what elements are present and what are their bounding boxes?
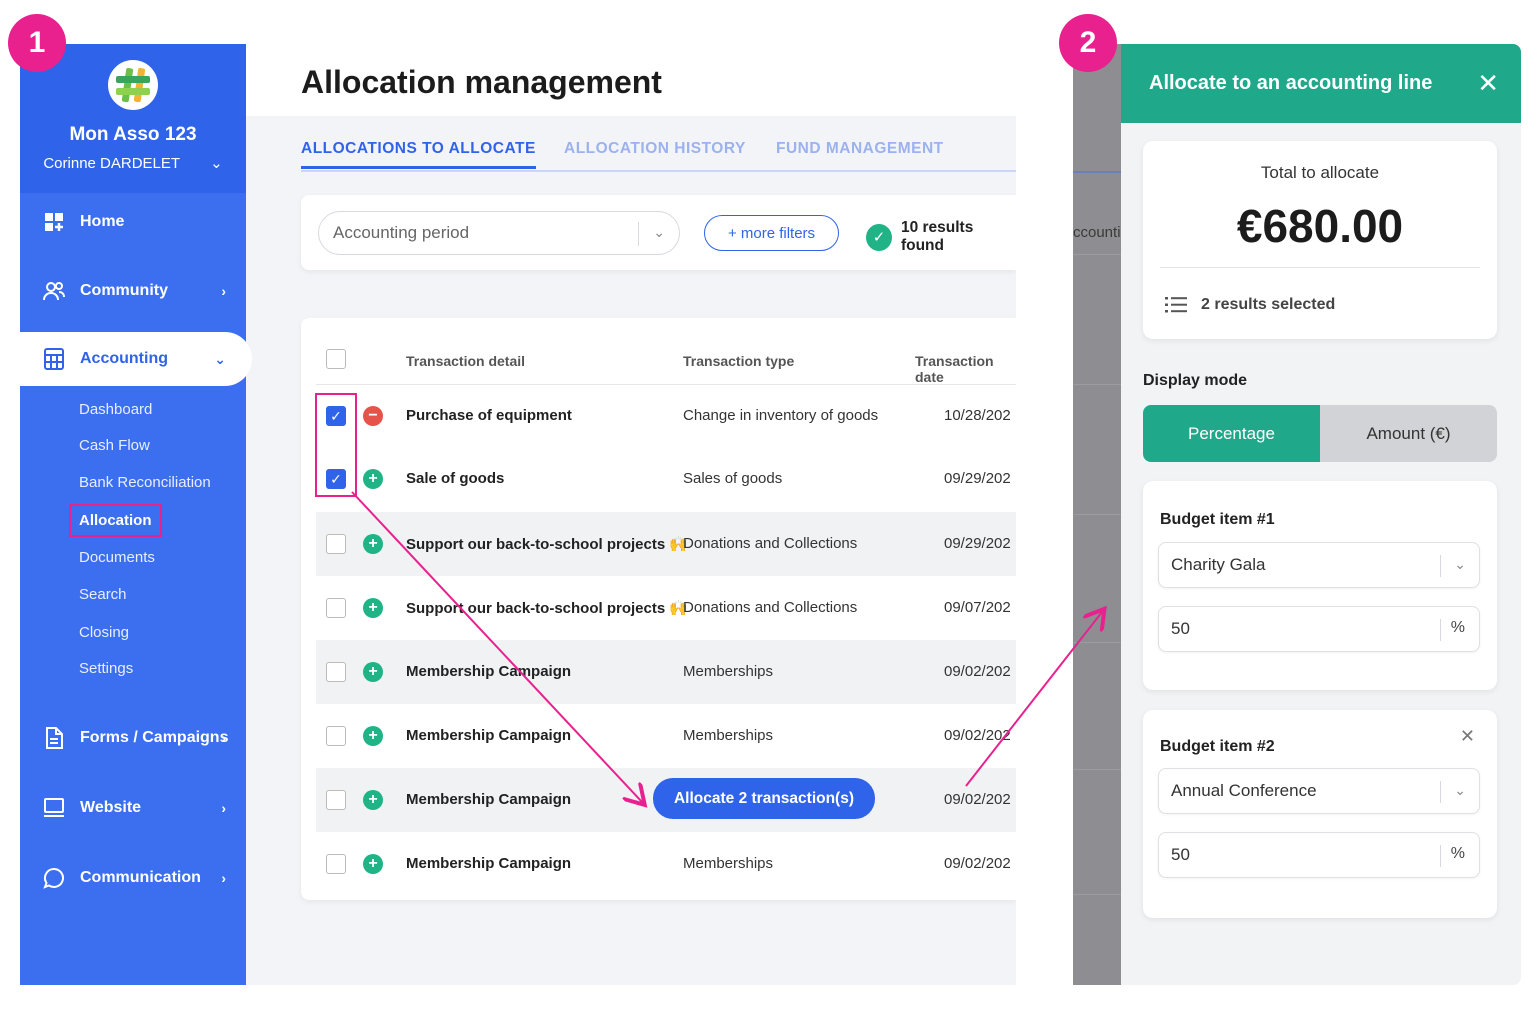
transaction-detail: Support our back-to-school projects 🙌	[406, 600, 689, 617]
transaction-detail: Membership Campaign	[406, 727, 572, 744]
transaction-type: Donations and Collections	[683, 599, 858, 616]
backdrop-tab-line	[1073, 171, 1121, 173]
plus-circle-icon: +	[363, 726, 383, 746]
transaction-type: Donations and Collections	[683, 535, 858, 552]
transaction-type: Memberships	[683, 855, 774, 872]
backdrop-line	[1073, 894, 1121, 895]
table-rows: ✓ − Purchase of equipment Change in invento…	[0, 0, 1016, 1024]
backdrop-line	[1073, 769, 1121, 770]
total-value: €680.00	[1236, 200, 1404, 252]
budget-item-title: Budget item #2	[1160, 738, 1275, 755]
transaction-date: 09/07/202	[944, 599, 1011, 616]
percent-unit: %	[1450, 619, 1465, 636]
display-mode-toggle: Percentage Amount (€)	[1143, 405, 1497, 462]
plus-circle-icon: +	[363, 662, 383, 682]
plus-circle-icon: +	[363, 598, 383, 618]
transaction-date: 09/29/202	[944, 470, 1011, 487]
transaction-detail: Membership Campaign	[406, 663, 572, 680]
table-row[interactable]: ✓ − Purchase of equipment Change in invento…	[316, 384, 1016, 448]
input-divider	[1440, 845, 1441, 867]
plus-circle-icon: +	[363, 854, 383, 874]
budget-item-select-value: Charity Gala	[1171, 555, 1266, 574]
row-checkbox[interactable]	[326, 662, 346, 682]
budget-item-select-value: Annual Conference	[1171, 781, 1317, 800]
selection-highlight	[315, 393, 357, 497]
input-divider	[1440, 619, 1441, 641]
budget-item-card-1: Budget item #1 Charity Gala ⌄ 50 %	[1143, 481, 1497, 690]
transaction-detail: Membership Campaign	[406, 855, 572, 872]
transaction-detail: Sale of goods	[406, 470, 505, 487]
row-checkbox[interactable]	[326, 726, 346, 746]
budget-item-value: 50	[1171, 619, 1190, 638]
transaction-date: 10/28/202	[944, 407, 1011, 424]
backdrop-line	[1073, 514, 1121, 515]
backdrop-line	[1073, 384, 1121, 385]
budget-item-select[interactable]: Charity Gala ⌄	[1158, 542, 1480, 588]
transaction-date: 09/02/202	[944, 727, 1011, 744]
budget-item-select[interactable]: Annual Conference ⌄	[1158, 768, 1480, 814]
total-label: Total to allocate	[1260, 163, 1380, 182]
close-icon[interactable]: ✕	[1477, 68, 1499, 99]
transaction-date: 09/29/202	[944, 535, 1011, 552]
budget-item-percentage-input[interactable]: 50 %	[1158, 832, 1480, 878]
list-icon	[1165, 297, 1187, 313]
table-row[interactable]: + Support our back-to-school projects 🙌 Do…	[316, 512, 1016, 576]
table-row[interactable]: + Membership Campaign Memberships 09/02/202	[316, 832, 1016, 896]
select-divider	[1440, 781, 1441, 803]
percent-unit: %	[1450, 845, 1465, 862]
transaction-detail: Support our back-to-school projects 🙌	[406, 536, 689, 553]
allocate-transactions-button[interactable]: Allocate 2 transaction(s)	[653, 778, 875, 819]
minus-circle-icon: −	[363, 406, 383, 426]
table-row[interactable]: + Support our back-to-school projects 🙌 Do…	[316, 576, 1016, 640]
transaction-type: Sales of goods	[683, 470, 783, 487]
budget-item-value: 50	[1171, 845, 1190, 864]
backdrop-line	[1073, 254, 1121, 255]
selected-count: 2 results selected	[1165, 296, 1335, 314]
display-mode-label: Display mode	[1143, 372, 1248, 389]
budget-item-percentage-input[interactable]: 50 %	[1158, 606, 1480, 652]
row-checkbox[interactable]	[326, 534, 346, 554]
transaction-detail: Membership Campaign	[406, 791, 572, 808]
plus-circle-icon: +	[363, 534, 383, 554]
transaction-date: 09/02/202	[944, 663, 1011, 680]
transaction-date: 09/02/202	[944, 855, 1011, 872]
row-checkbox[interactable]	[326, 598, 346, 618]
row-checkbox[interactable]	[326, 854, 346, 874]
backdrop-line	[1073, 642, 1121, 643]
allocate-panel: Allocate to an accounting line ✕ Total t…	[1121, 44, 1521, 985]
chevron-down-icon: ⌄	[1454, 782, 1466, 798]
plus-circle-icon: +	[363, 790, 383, 810]
plus-circle-icon: +	[363, 469, 383, 489]
select-divider	[1440, 555, 1441, 577]
table-row[interactable]: + Membership Campaign Memberships 09/02/202	[316, 640, 1016, 704]
transaction-type: Memberships	[683, 663, 774, 680]
allocate-panel-screen: ccountin Allocate to an accounting line …	[1073, 44, 1521, 985]
mode-percentage-button[interactable]: Percentage	[1143, 405, 1320, 462]
budget-item-card-2: Budget item #2 ✕ Annual Conference ⌄ 50 …	[1143, 710, 1497, 918]
total-card: Total to allocate €680.00 2 results sele…	[1143, 141, 1497, 339]
remove-budget-item-close-icon[interactable]: ✕	[1460, 726, 1475, 747]
total-divider	[1160, 267, 1480, 268]
transaction-date: 09/02/202	[944, 791, 1011, 808]
panel-header: Allocate to an accounting line ✕	[1121, 44, 1521, 123]
transaction-type: Change in inventory of goods	[683, 407, 879, 424]
table-row[interactable]: ✓ + Sale of goods Sales of goods 09/29/202	[316, 447, 1016, 511]
selected-count-label: 2 results selected	[1201, 296, 1336, 313]
dimmed-backdrop[interactable]: ccountin	[1073, 44, 1129, 985]
budget-item-title: Budget item #1	[1160, 511, 1275, 528]
table-row[interactable]: + Membership Campaign Memberships 09/02/202	[316, 704, 1016, 768]
step-2-badge: 2	[1059, 14, 1117, 72]
transaction-type: Memberships	[683, 727, 774, 744]
transaction-detail: Purchase of equipment	[406, 407, 572, 424]
mode-amount-button[interactable]: Amount (€)	[1320, 405, 1497, 462]
row-checkbox[interactable]	[326, 790, 346, 810]
step-1-badge: 1	[8, 14, 66, 72]
chevron-down-icon: ⌄	[1454, 556, 1466, 572]
panel-title: Allocate to an accounting line	[1149, 72, 1433, 94]
